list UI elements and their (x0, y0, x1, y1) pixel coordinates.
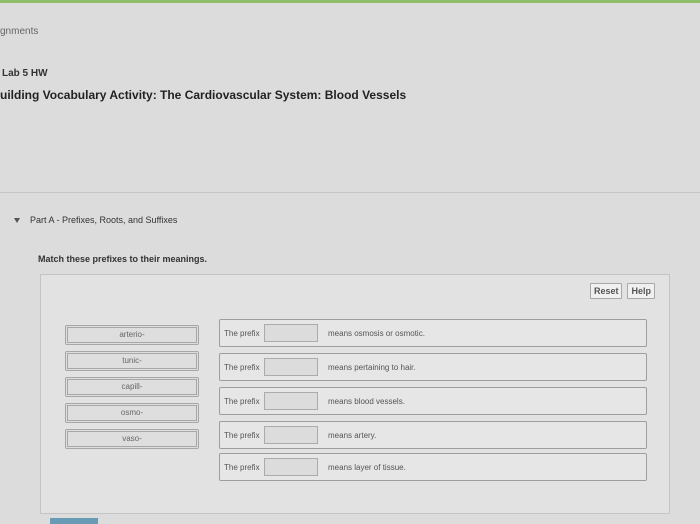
lab-label: Lab 5 HW (2, 68, 48, 79)
help-button[interactable]: Help (627, 283, 655, 299)
page-title: uilding Vocabulary Activity: The Cardiov… (0, 88, 407, 102)
drop-target[interactable] (264, 358, 318, 376)
drag-chip-capill[interactable]: capill- (65, 377, 199, 397)
drop-target[interactable] (264, 426, 318, 444)
row-prefix-label: The prefix (224, 397, 260, 406)
submit-button-edge[interactable] (50, 518, 98, 524)
row-meaning: means osmosis or osmotic. (328, 329, 425, 338)
drag-chip-tunic[interactable]: tunic- (65, 351, 199, 371)
drop-target[interactable] (264, 324, 318, 342)
instruction-text: Match these prefixes to their meanings. (38, 254, 208, 264)
top-accent-rule (0, 0, 700, 3)
match-row: The prefix means blood vessels. (219, 387, 647, 415)
row-meaning: means blood vessels. (328, 397, 405, 406)
caret-down-icon (14, 217, 20, 223)
drag-chip-osmo[interactable]: osmo- (65, 403, 199, 423)
part-a-toggle[interactable]: Part A - Prefixes, Roots, and Suffixes (14, 215, 177, 225)
row-meaning: means artery. (328, 431, 377, 440)
drag-chip-vaso[interactable]: vaso- (65, 429, 199, 449)
breadcrumb-assignments[interactable]: gnments (0, 26, 38, 37)
row-meaning: means pertaining to hair. (328, 363, 416, 372)
row-prefix-label: The prefix (224, 329, 260, 338)
row-prefix-label: The prefix (224, 463, 260, 472)
row-prefix-label: The prefix (224, 363, 260, 372)
panel-toolbar: Reset Help (589, 283, 655, 299)
reset-button[interactable]: Reset (589, 283, 623, 299)
drag-chip-arterio[interactable]: arterio- (65, 325, 199, 345)
row-meaning: means layer of tissue. (328, 463, 406, 472)
matching-panel: Reset Help arterio- tunic- capill- osmo-… (40, 274, 670, 514)
header-divider (0, 192, 700, 193)
drop-target[interactable] (264, 458, 318, 476)
drop-target[interactable] (264, 392, 318, 410)
match-row: The prefix means osmosis or osmotic. (219, 319, 647, 347)
match-row: The prefix means pertaining to hair. (219, 353, 647, 381)
part-a-label: Part A - Prefixes, Roots, and Suffixes (30, 215, 178, 225)
row-prefix-label: The prefix (224, 431, 260, 440)
match-row: The prefix means artery. (219, 421, 647, 449)
match-row: The prefix means layer of tissue. (219, 453, 647, 481)
